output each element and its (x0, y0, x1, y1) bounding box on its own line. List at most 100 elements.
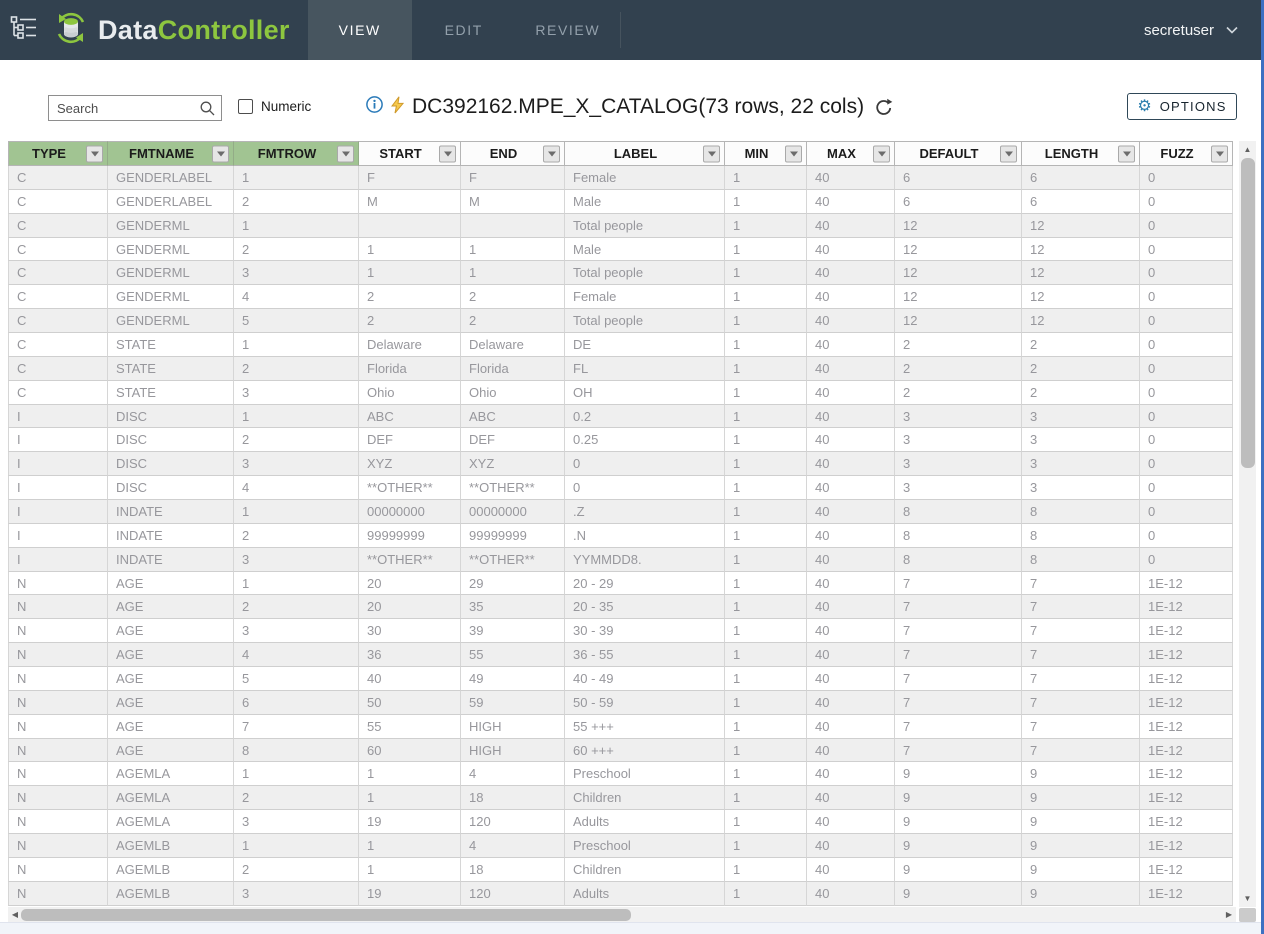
tab-review[interactable]: REVIEW (516, 0, 620, 60)
table-cell: N (8, 786, 108, 810)
table-row[interactable]: IDISC3XYZXYZ0140330 (8, 452, 1233, 476)
table-row[interactable]: NAGEMLA114Preschool140991E-12 (8, 762, 1233, 786)
filter-icon[interactable] (86, 145, 103, 162)
table-cell: 5 (234, 309, 359, 333)
table-cell: 0 (1140, 166, 1233, 190)
bolt-icon[interactable] (391, 96, 404, 119)
table-row[interactable]: NAGEMLB2118Children140991E-12 (8, 858, 1233, 882)
table-row[interactable]: IDISC4**OTHER****OTHER**0140330 (8, 476, 1233, 500)
tab-view[interactable]: VIEW (308, 0, 412, 60)
table-cell: 0 (1140, 333, 1233, 357)
scroll-up-icon[interactable]: ▲ (1239, 142, 1256, 157)
vertical-scrollbar[interactable]: ▲ ▼ (1239, 141, 1256, 907)
table-row[interactable]: IINDATE29999999999999999.N140880 (8, 524, 1233, 548)
tab-edit[interactable]: EDIT (412, 0, 516, 60)
user-menu[interactable]: secretuser (1104, 0, 1264, 60)
filter-icon[interactable] (1118, 145, 1135, 162)
table-row[interactable]: NAGE3303930 - 39140771E-12 (8, 619, 1233, 643)
table-row[interactable]: CSTATE1DelawareDelawareDE140220 (8, 333, 1233, 357)
col-header-start[interactable]: START (359, 141, 461, 166)
table-row[interactable]: CGENDERML522Total people14012120 (8, 309, 1233, 333)
table-cell: AGEMLB (108, 858, 234, 882)
table-cell: 0.25 (565, 428, 725, 452)
table-row[interactable]: NAGEMLA319120Adults140991E-12 (8, 810, 1233, 834)
table-row[interactable]: NAGE755HIGH55 +++140771E-12 (8, 715, 1233, 739)
table-cell: 40 (807, 619, 895, 643)
table-row[interactable]: CGENDERML211Male14012120 (8, 238, 1233, 262)
col-header-min[interactable]: MIN (725, 141, 807, 166)
col-header-type[interactable]: TYPE (8, 141, 108, 166)
table-cell: 4 (234, 285, 359, 309)
table-row[interactable]: CGENDERLABEL1FFFemale140660 (8, 166, 1233, 190)
table-row[interactable]: CGENDERML311Total people14012120 (8, 261, 1233, 285)
filter-icon[interactable] (873, 145, 890, 162)
filter-icon[interactable] (1000, 145, 1017, 162)
table-row[interactable]: NAGEMLB319120Adults140991E-12 (8, 882, 1233, 906)
table-row[interactable]: NAGE6505950 - 59140771E-12 (8, 691, 1233, 715)
table-row[interactable]: NAGE860HIGH60 +++140771E-12 (8, 739, 1233, 763)
table-cell: 7 (1022, 667, 1140, 691)
table-cell: 1 (359, 261, 461, 285)
table-cell: 59 (461, 691, 565, 715)
info-icon[interactable] (366, 96, 383, 118)
col-header-default[interactable]: DEFAULT (895, 141, 1022, 166)
table-row[interactable]: CGENDERML1Total people14012120 (8, 214, 1233, 238)
col-header-fmtname[interactable]: FMTNAME (108, 141, 234, 166)
scroll-left-icon[interactable]: ◀ (8, 907, 22, 922)
table-row[interactable]: NAGE2203520 - 35140771E-12 (8, 595, 1233, 619)
table-cell: I (8, 452, 108, 476)
filter-icon[interactable] (439, 145, 456, 162)
vertical-scrollbar-thumb[interactable] (1241, 158, 1255, 468)
filter-icon[interactable] (543, 145, 560, 162)
filter-icon[interactable] (1211, 145, 1228, 162)
col-header-max[interactable]: MAX (807, 141, 895, 166)
table-cell: 0 (1140, 357, 1233, 381)
options-button[interactable]: ⚙ OPTIONS (1127, 93, 1237, 120)
table-row[interactable]: CSTATE3OhioOhioOH140220 (8, 381, 1233, 405)
col-header-fmtrow[interactable]: FMTROW (234, 141, 359, 166)
filter-icon[interactable] (703, 145, 720, 162)
table-row[interactable]: IDISC1ABCABC0.2140330 (8, 405, 1233, 429)
table-cell: Delaware (359, 333, 461, 357)
filter-icon[interactable] (212, 145, 229, 162)
table-cell: 2 (234, 190, 359, 214)
horizontal-scrollbar[interactable]: ◀ ▶ (8, 907, 1236, 922)
app-logo[interactable]: DataController (53, 0, 290, 60)
table-row[interactable]: CGENDERLABEL2MMMale140660 (8, 190, 1233, 214)
refresh-icon[interactable] (874, 98, 893, 117)
table-row[interactable]: NAGEMLB114Preschool140991E-12 (8, 834, 1233, 858)
col-header-label[interactable]: LABEL (565, 141, 725, 166)
filter-icon[interactable] (337, 145, 354, 162)
table-cell: 120 (461, 882, 565, 906)
table-row[interactable]: IDISC2DEFDEF0.25140330 (8, 428, 1233, 452)
scroll-right-icon[interactable]: ▶ (1222, 907, 1236, 922)
table-cell: 1 (725, 524, 807, 548)
col-header-fuzz[interactable]: FUZZ (1140, 141, 1233, 166)
table-row[interactable]: NAGEMLA2118Children140991E-12 (8, 786, 1233, 810)
table-cell: 9 (1022, 786, 1140, 810)
scroll-down-icon[interactable]: ▼ (1239, 891, 1256, 906)
table-cell: 7 (1022, 572, 1140, 596)
table-cell: 40 (807, 739, 895, 763)
filter-icon[interactable] (785, 145, 802, 162)
table-row[interactable]: NAGE1202920 - 29140771E-12 (8, 572, 1233, 596)
table-cell: Children (565, 858, 725, 882)
table-row[interactable]: IINDATE3**OTHER****OTHER**YYMMDD8.140880 (8, 548, 1233, 572)
table-cell: 1 (725, 762, 807, 786)
table-row[interactable]: CSTATE2FloridaFloridaFL140220 (8, 357, 1233, 381)
numeric-checkbox[interactable] (238, 99, 253, 114)
horizontal-scrollbar-thumb[interactable] (21, 909, 631, 921)
table-cell: 40 (807, 476, 895, 500)
table-row[interactable]: IINDATE10000000000000000.Z140880 (8, 500, 1233, 524)
table-row[interactable]: NAGE4365536 - 55140771E-12 (8, 643, 1233, 667)
table-row[interactable]: NAGE5404940 - 49140771E-12 (8, 667, 1233, 691)
table-row[interactable]: CGENDERML422Female14012120 (8, 285, 1233, 309)
table-cell: GENDERML (108, 309, 234, 333)
search-icon (199, 100, 216, 117)
search-input[interactable] (49, 101, 199, 116)
table-cell: 0 (1140, 524, 1233, 548)
col-header-length[interactable]: LENGTH (1022, 141, 1140, 166)
table-cell: 0 (565, 476, 725, 500)
col-header-end[interactable]: END (461, 141, 565, 166)
tree-menu-button[interactable] (0, 0, 45, 60)
